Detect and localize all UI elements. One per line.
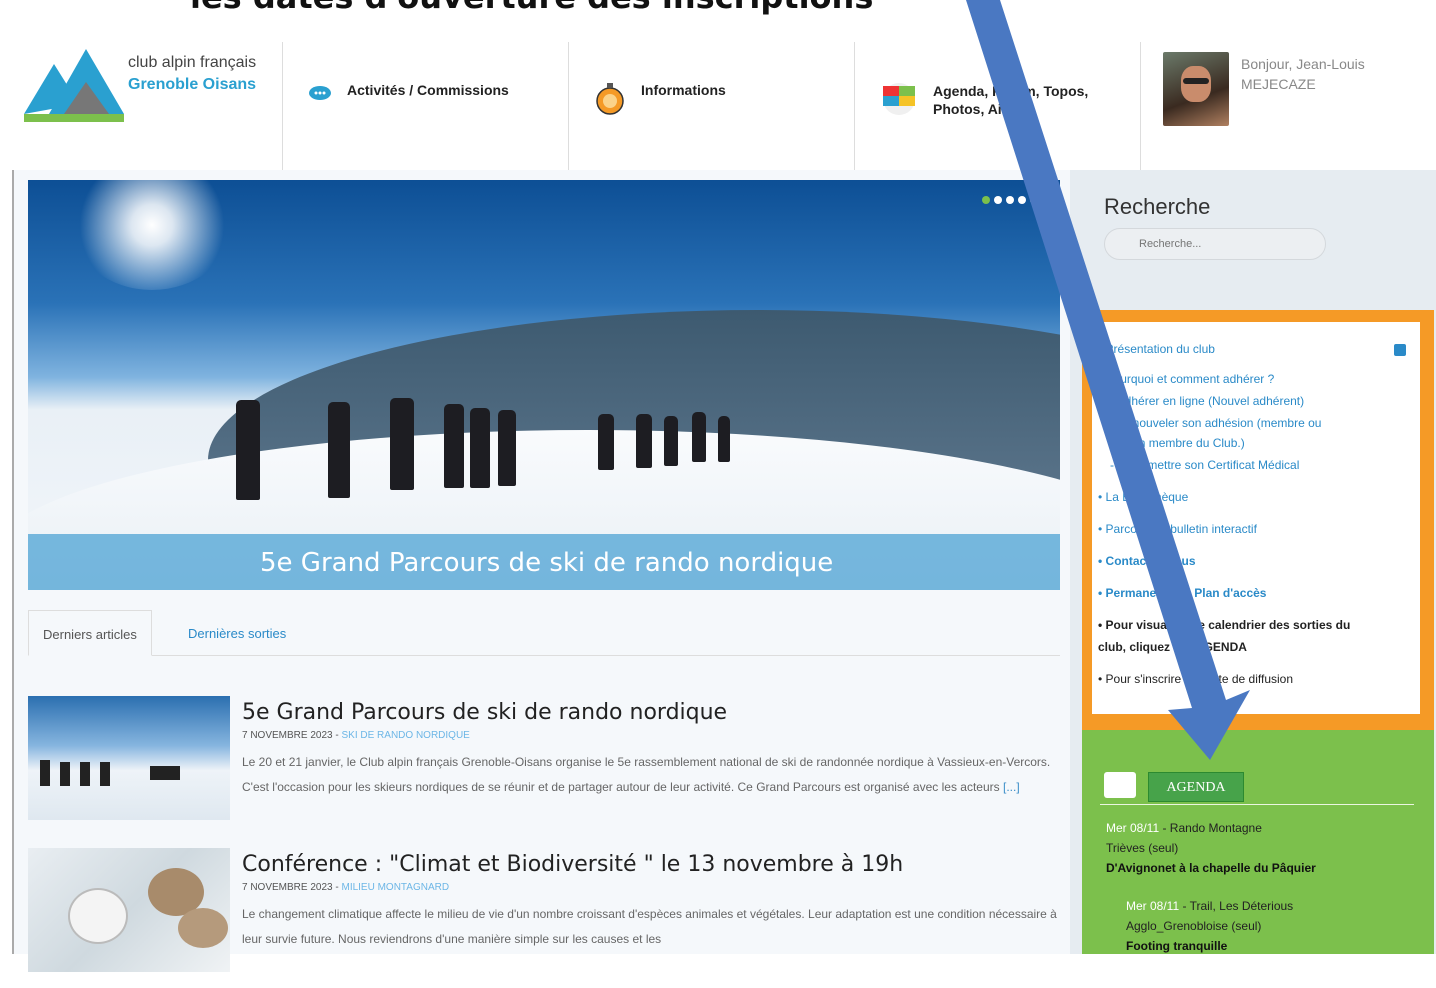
sidebar: Recherche • Présentation du club • Pourq… [1070,170,1436,954]
sun [72,180,232,290]
skier [236,400,260,500]
article-title[interactable]: Conférence : "Climat et Biodiversité " l… [242,852,903,877]
nav-activites[interactable]: Activités / Commissions [282,42,568,170]
slide-dot[interactable] [994,196,1002,204]
article-meta: 7 NOVEMBRE 2023 - SKI DE RANDO NORDIQUE [242,730,470,741]
slide-dots [982,196,1038,204]
skier [444,404,464,488]
link-presentation[interactable]: • Présentation du club [1098,342,1215,356]
link-adherer[interactable]: • Pourquoi et comment adhérer ? [1098,372,1274,386]
skier [470,408,490,488]
slide-dot[interactable] [1030,196,1038,204]
slide-dot[interactable] [1006,196,1014,204]
skier [598,414,614,470]
article-category[interactable]: SKI DE RANDO NORDIQUE [341,730,469,741]
hero-slider[interactable]: 5e Grand Parcours de ski de rando nordiq… [28,180,1060,590]
agenda-hint-link[interactable]: club, cliquez sur AGENDA [1098,640,1247,654]
nav-label: Activités / Commissions [347,82,509,98]
logo-line2: Grenoble Oisans [128,76,257,93]
skier [718,416,730,462]
nav-label: Informations [641,82,726,98]
link-contact[interactable]: • Contactez-nous [1098,554,1196,568]
avatar [1163,52,1229,126]
link-diffusion[interactable]: • Pour s'inscrire à la liste de diffusio… [1098,672,1293,686]
link-renouveler-cont[interactable]: ancien membre du Club.) [1110,436,1245,450]
article-item: 5e Grand Parcours de ski de rando nordiq… [28,696,1060,836]
main-content: 5e Grand Parcours de ski de rando nordiq… [12,170,1070,972]
speech-bubble-icon [309,82,331,105]
tab-derniers-articles[interactable]: Derniers articles [28,610,152,656]
edit-icon[interactable] [1394,344,1406,356]
link-renouveler[interactable]: - Renouveler son adhésion (membre ou [1110,416,1321,430]
article-excerpt: Le changement climatique affecte le mili… [242,907,1057,946]
user-greeting: Bonjour, Jean-Louis MEJECAZE [1241,56,1365,92]
top-navigation: club alpin français Grenoble Oisans Acti… [10,42,1426,170]
article-thumbnail[interactable] [28,696,230,820]
article-meta: 7 NOVEMBRE 2023 - MILIEU MONTAGNARD [242,882,450,893]
article-thumbnail[interactable] [28,848,230,972]
slide-caption: les dates d'ouverture des inscriptions [190,0,873,16]
tab-dernieres-sorties[interactable]: Dernières sorties [174,610,300,656]
compass-icon [595,82,625,119]
user-box[interactable]: Bonjour, Jean-Louis MEJECAZE [1140,42,1426,170]
club-logo[interactable]: club alpin français Grenoble Oisans [10,42,282,170]
skier [498,410,516,486]
article-category[interactable]: MILIEU MONTAGNARD [341,882,449,893]
color-squares-icon [881,82,917,119]
info-links: • Présentation du club • Pourquoi et com… [1092,322,1420,714]
skier [692,412,706,462]
link-adherer-en-ligne[interactable]: - Adhérer en ligne (Nouvel adhérent) [1110,394,1304,408]
hero-caption[interactable]: 5e Grand Parcours de ski de rando nordiq… [28,534,1060,590]
slide-dot[interactable] [982,196,990,204]
event-item[interactable]: Mer 08/11 - Rando Montagne Trièves (seul… [1106,818,1316,878]
search-title: Recherche [1104,194,1211,219]
nav-agenda[interactable]: Agenda, Forum, Topos, Photos, Aide [854,42,1140,170]
agenda-hint: • Pour visualiser le calendrier des sort… [1098,618,1351,632]
link-permanences[interactable]: • Permanences - Plan d'accès [1098,586,1266,600]
calendar-icon [1104,772,1136,798]
article-tabs: Derniers articles Dernières sorties [28,610,1060,656]
nav-informations[interactable]: Informations [568,42,854,170]
mountain-logo-icon [24,49,124,122]
link-bibliotheque[interactable]: • La Bibliothèque [1098,490,1188,504]
agenda-box: AGENDA Mer 08/11 - Rando Montagne Triève… [1082,730,1434,954]
skier [328,402,350,498]
link-certificat[interactable]: - Transmettre son Certificat Médical [1110,458,1299,472]
logo-line1: club alpin français [128,54,257,71]
search-input[interactable] [1104,228,1326,260]
article-item: Conférence : "Climat et Biodiversité " l… [28,848,1060,988]
agenda-button[interactable]: AGENDA [1148,772,1244,802]
article-title[interactable]: 5e Grand Parcours de ski de rando nordiq… [242,700,727,725]
article-excerpt: Le 20 et 21 janvier, le Club alpin franç… [242,755,1051,794]
divider [1100,804,1414,805]
event-item[interactable]: Mer 08/11 - Trail, Les Déterious Agglo_G… [1126,896,1293,956]
skier [636,414,652,468]
skier [664,416,678,466]
nav-label: Agenda, Forum, Topos, Photos, Aide [933,83,1089,117]
link-bulletin[interactable]: • Parcourir le bulletin interactif [1098,522,1257,536]
skier [390,398,414,490]
read-more-link[interactable]: [...] [1003,780,1020,794]
slide-dot[interactable] [1018,196,1026,204]
